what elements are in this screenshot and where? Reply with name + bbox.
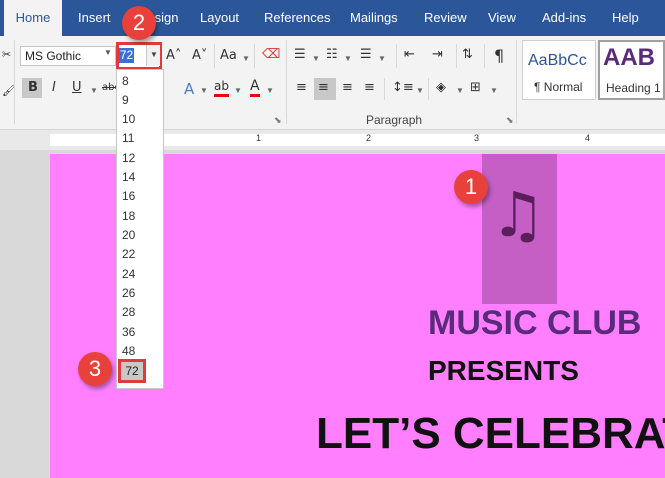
underline-button[interactable]: U <box>72 80 82 95</box>
style-normal-sample: AaBbCc <box>528 52 587 69</box>
divider <box>428 78 429 100</box>
paragraph-dialog-launcher-icon[interactable]: ⬊ <box>506 116 514 126</box>
music-note-icon[interactable]: ♫ <box>478 170 558 260</box>
font-size-value[interactable]: 72 <box>119 48 134 63</box>
chevron-down-icon[interactable]: ▼ <box>234 86 242 95</box>
chevron-down-icon: ▼ <box>150 50 158 59</box>
clear-formatting-icon[interactable]: ⌫ <box>262 47 280 62</box>
font-size-option[interactable]: 14 <box>122 170 135 184</box>
chevron-down-icon[interactable]: ▼ <box>312 54 320 63</box>
font-size-option[interactable]: 18 <box>122 209 135 223</box>
tab-help[interactable]: Help <box>612 0 639 36</box>
shading-icon[interactable]: ◈ <box>436 80 446 95</box>
font-size-option[interactable]: 12 <box>122 151 135 165</box>
divider <box>456 44 457 68</box>
tab-references[interactable]: References <box>264 0 330 36</box>
divider <box>384 78 385 100</box>
chevron-down-icon[interactable]: ▼ <box>266 86 274 95</box>
divider <box>254 44 255 68</box>
chevron-down-icon[interactable]: ▼ <box>90 86 98 95</box>
tab-layout[interactable]: Layout <box>200 0 239 36</box>
clipboard-icon[interactable]: ✂ <box>2 48 11 61</box>
heading-presents[interactable]: PRESENTS <box>428 355 579 387</box>
tab-add-ins[interactable]: Add-ins <box>542 0 586 36</box>
font-size-option[interactable]: 9 <box>122 93 129 107</box>
show-hide-button[interactable]: ¶ <box>494 46 504 65</box>
justify-icon[interactable]: ≡ <box>364 80 375 95</box>
bullets-icon[interactable]: ☰ <box>294 47 306 62</box>
chevron-down-icon[interactable]: ▼ <box>200 86 208 95</box>
font-size-option[interactable]: 10 <box>122 112 135 126</box>
callout-badge-1: 1 <box>454 170 488 204</box>
align-right-icon[interactable]: ≡ <box>342 80 353 95</box>
align-left-icon[interactable]: ≡ <box>296 80 307 95</box>
tab-review[interactable]: Review <box>424 0 467 36</box>
tab-home[interactable]: Home <box>4 0 62 36</box>
borders-icon[interactable]: ⊞ <box>470 80 481 95</box>
tab-mailings[interactable]: Mailings <box>350 0 398 36</box>
chevron-down-icon[interactable]: ▼ <box>242 54 250 63</box>
ruler-tick-label: 1 <box>256 133 262 143</box>
style-normal-label: ¶ Normal <box>534 80 583 94</box>
bold-button[interactable]: B <box>28 80 38 95</box>
font-size-option[interactable]: 26 <box>122 286 135 300</box>
heading-lets-celebrate[interactable]: LET’S CELEBRAT <box>316 409 665 459</box>
paragraph-group-label: Paragraph <box>366 113 423 127</box>
callout-badge-2: 2 <box>122 6 156 40</box>
sort-icon[interactable]: ⇅ <box>462 47 473 62</box>
chevron-down-icon[interactable]: ▼ <box>416 86 424 95</box>
heading-music-club[interactable]: MUSIC CLUB <box>428 304 641 343</box>
font-size-option[interactable]: 8 <box>122 74 129 88</box>
divider <box>286 40 287 124</box>
ruler-tick-label: 4 <box>585 133 591 143</box>
ruler-tick-label: 3 <box>474 133 480 143</box>
style-heading-sample: AAB <box>603 44 655 71</box>
chevron-down-icon[interactable]: ▼ <box>378 54 386 63</box>
font-size-option[interactable]: 20 <box>122 228 135 242</box>
shrink-font-button[interactable]: A˅ <box>192 48 207 63</box>
chevron-down-icon[interactable]: ▼ <box>456 86 464 95</box>
style-heading-label: Heading 1 <box>606 81 661 95</box>
chevron-down-icon[interactable]: ▼ <box>104 48 112 57</box>
font-size-option[interactable]: 16 <box>122 189 135 203</box>
font-dialog-launcher-icon[interactable]: ⬊ <box>274 116 282 126</box>
text-effects-button[interactable]: A <box>184 80 194 98</box>
divider <box>484 44 485 68</box>
divider <box>14 40 15 124</box>
chevron-down-icon[interactable]: ▼ <box>344 54 352 63</box>
tab-insert[interactable]: Insert <box>78 0 111 36</box>
font-size-option[interactable]: 11 <box>122 131 134 145</box>
line-spacing-icon[interactable]: ↕≡ <box>392 80 414 95</box>
numbering-icon[interactable]: ☷ <box>326 47 338 62</box>
font-name-box[interactable]: MS Gothic <box>20 46 116 66</box>
font-size-option[interactable]: 22 <box>122 247 135 261</box>
divider <box>396 44 397 68</box>
font-size-option-selected[interactable]: 72 <box>121 362 143 380</box>
font-size-option[interactable]: 28 <box>122 305 135 319</box>
increase-indent-icon[interactable]: ⇥ <box>432 47 443 62</box>
divider <box>214 44 215 68</box>
callout-badge-3: 3 <box>78 352 112 386</box>
font-size-option[interactable]: 36 <box>122 325 135 339</box>
chevron-down-icon[interactable]: ▼ <box>490 86 498 95</box>
italic-button[interactable]: I <box>52 80 56 95</box>
ruler-tick-label: 2 <box>366 133 372 143</box>
decrease-indent-icon[interactable]: ⇤ <box>404 47 415 62</box>
font-size-option[interactable]: 48 <box>122 344 135 358</box>
tab-view[interactable]: View <box>488 0 516 36</box>
align-center-icon: ≡ <box>318 80 329 95</box>
font-size-option[interactable]: 24 <box>122 267 135 281</box>
change-case-button[interactable]: Aa <box>220 48 237 63</box>
divider <box>516 40 517 124</box>
font-color-button[interactable]: A <box>250 79 260 97</box>
grow-font-button[interactable]: A˄ <box>166 48 181 63</box>
multilevel-list-icon[interactable]: ☰ <box>360 47 372 62</box>
font-size-dropdown-button[interactable]: ▼ <box>146 45 160 66</box>
highlight-button[interactable]: ab <box>214 79 229 97</box>
